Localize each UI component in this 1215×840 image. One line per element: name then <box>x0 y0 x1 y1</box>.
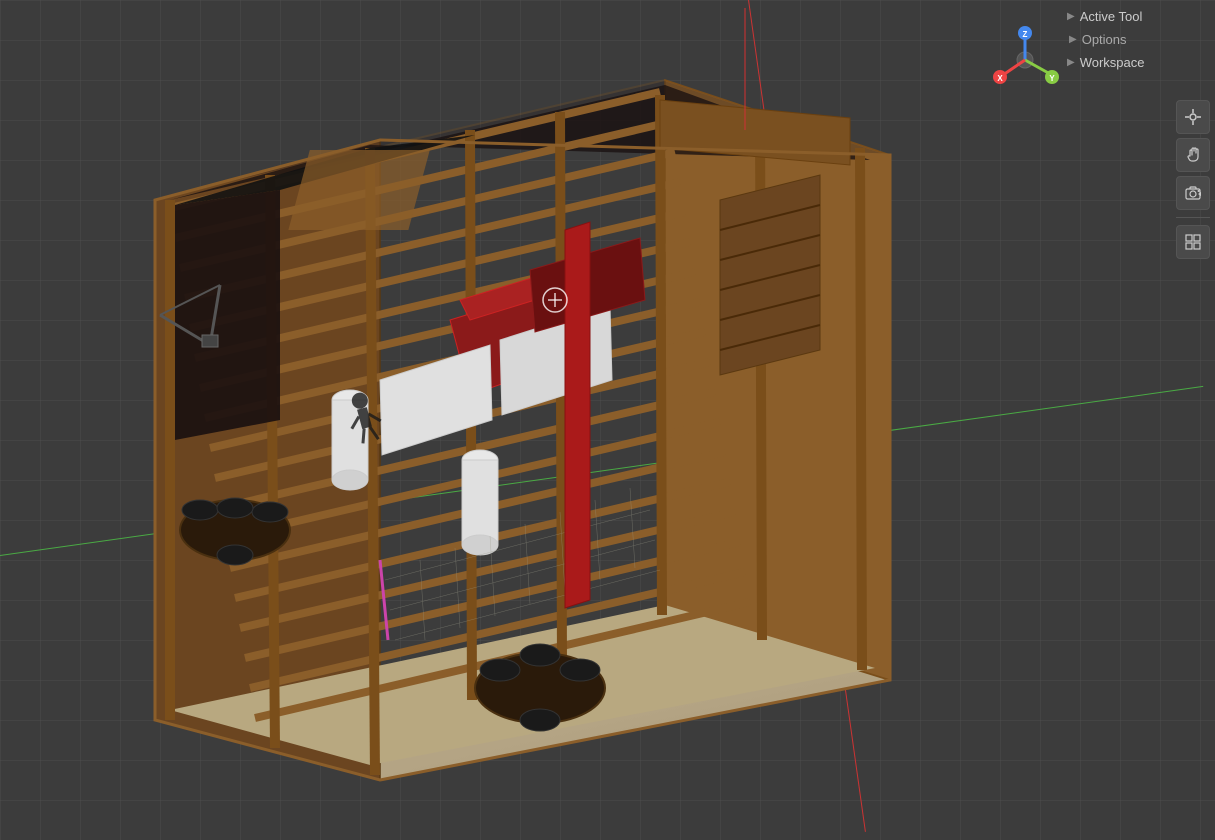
options-menu[interactable]: ▶ Options <box>1065 28 1205 51</box>
options-chevron: ▶ <box>1069 34 1077 45</box>
active-tool-chevron: ▶ <box>1067 11 1075 22</box>
options-label: Options <box>1082 32 1127 47</box>
active-tool-label: Active Tool <box>1080 9 1143 24</box>
tool-separator <box>1176 217 1210 218</box>
menu-panel: ▶ Active Tool ▶ Options ▶ Workspace <box>1055 0 1215 79</box>
hand-tool-button[interactable] <box>1176 138 1210 172</box>
svg-text:Z: Z <box>1023 30 1028 39</box>
workspace-chevron: ▶ <box>1067 57 1075 68</box>
workspace-menu[interactable]: ▶ Workspace <box>1065 51 1205 74</box>
building-model <box>0 0 1215 840</box>
3d-viewport[interactable]: Z Y X ▶ Active Tool ▶ Options ▶ Workspac… <box>0 0 1215 840</box>
svg-text:X: X <box>997 74 1003 83</box>
tool-buttons-panel <box>1176 100 1210 259</box>
cursor-tool-button[interactable] <box>1176 100 1210 134</box>
axis-widget[interactable]: Z Y X <box>990 25 1060 95</box>
active-tool-menu[interactable]: ▶ Active Tool <box>1065 5 1205 28</box>
workspace-label: Workspace <box>1080 55 1145 70</box>
camera-tool-button[interactable] <box>1176 176 1210 210</box>
grid-tool-button[interactable] <box>1176 225 1210 259</box>
